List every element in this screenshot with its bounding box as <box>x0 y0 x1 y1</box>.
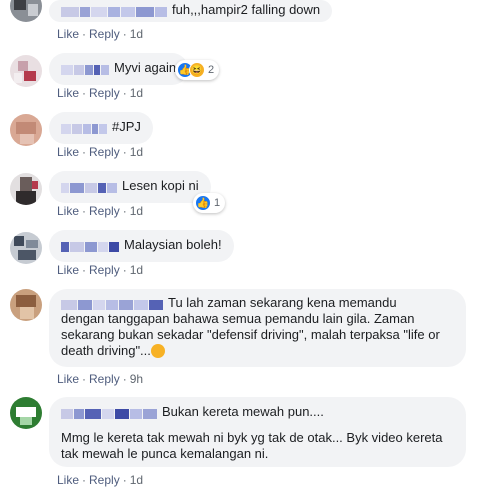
timestamp[interactable]: 9h <box>130 372 143 386</box>
reply-link[interactable]: Reply <box>89 473 120 487</box>
like-link[interactable]: Like <box>57 204 79 218</box>
reactions-summary[interactable]: 👍😆 2 <box>175 60 220 80</box>
comment-text-line: sekarang bukan sekadar "defensif driving… <box>61 327 440 342</box>
commenter-name[interactable] <box>61 121 108 135</box>
reply-link[interactable]: Reply <box>89 263 120 277</box>
comment-bubble: Bukan kereta mewah pun.... Mmg le kereta… <box>49 397 466 467</box>
comment-bubble: #JPJ <box>49 112 153 144</box>
avatar[interactable] <box>10 173 42 205</box>
comment-actions: Like · Reply · 1d <box>57 263 144 277</box>
timestamp[interactable]: 1d <box>130 145 143 159</box>
timestamp[interactable]: 1d <box>130 263 143 277</box>
commenter-name[interactable] <box>61 406 158 420</box>
comment-actions: Like · Reply · 1d <box>57 86 144 100</box>
comment-actions: Like · Reply · 1d <box>57 204 144 218</box>
timestamp[interactable]: 1d <box>130 27 143 41</box>
commenter-name[interactable] <box>61 62 110 76</box>
comment-text: Myvi again <box>114 60 177 75</box>
comment-bubble: Myvi again <box>49 53 189 85</box>
comment-bubble: Malaysian boleh! <box>49 230 234 262</box>
like-link[interactable]: Like <box>57 86 79 100</box>
commenter-name[interactable] <box>61 180 118 194</box>
comment-text-line: Tu lah zaman sekarang kena memandu <box>168 295 397 310</box>
like-link[interactable]: Like <box>57 263 79 277</box>
comment-bubble: Tu lah zaman sekarang kena memandu denga… <box>49 289 466 367</box>
reaction-count: 1 <box>214 197 221 209</box>
like-link[interactable]: Like <box>57 372 79 386</box>
like-link[interactable]: Like <box>57 145 79 159</box>
commenter-name[interactable] <box>61 4 168 18</box>
like-link[interactable]: Like <box>57 473 79 487</box>
commenter-name[interactable] <box>61 297 164 311</box>
comment-actions: Like · Reply · 1d <box>57 27 144 41</box>
reply-link[interactable]: Reply <box>89 86 120 100</box>
comment-text: Lesen kopi ni <box>122 178 199 193</box>
avatar[interactable] <box>10 397 42 429</box>
reply-link[interactable]: Reply <box>89 372 120 386</box>
comment-text-line: Bukan kereta mewah pun.... <box>162 404 324 419</box>
comment-text-line: death driving"... <box>61 343 151 358</box>
avatar[interactable] <box>10 0 42 22</box>
comment-text: fuh,,,hampir2 falling down <box>172 2 321 17</box>
like-link[interactable]: Like <box>57 27 79 41</box>
avatar[interactable] <box>10 114 42 146</box>
comment-actions: Like · Reply · 1d <box>57 145 144 159</box>
comment-bubble: fuh,,,hampir2 falling down <box>49 0 333 22</box>
avatar[interactable] <box>10 289 42 321</box>
comment-text: #JPJ <box>112 119 141 134</box>
timestamp[interactable]: 1d <box>130 204 143 218</box>
reply-link[interactable]: Reply <box>89 145 120 159</box>
reply-link[interactable]: Reply <box>89 27 120 41</box>
comment-actions: Like · Reply · 9h <box>57 372 144 386</box>
reactions-summary[interactable]: 👍 1 <box>193 193 226 213</box>
avatar[interactable] <box>10 55 42 87</box>
haha-icon: 😆 <box>189 62 205 78</box>
comment-text-line: Mmg le kereta tak mewah ni byk yg tak de… <box>61 430 443 445</box>
avatar[interactable] <box>10 232 42 264</box>
reply-link[interactable]: Reply <box>89 204 120 218</box>
timestamp[interactable]: 1d <box>130 86 143 100</box>
commenter-name[interactable] <box>61 239 120 253</box>
comment-text: Malaysian boleh! <box>124 237 222 252</box>
comment-actions: Like · Reply · 1d <box>57 473 144 487</box>
comment-bubble: Lesen kopi ni <box>49 171 211 203</box>
grinning-sweat-icon <box>150 343 165 358</box>
like-icon: 👍 <box>195 195 211 211</box>
comment-text-line: dengan tanggapan bahawa semua pemandu la… <box>61 311 415 326</box>
timestamp[interactable]: 1d <box>130 473 143 487</box>
reaction-count: 2 <box>208 64 215 76</box>
comment-text-line: tak mewah le punca kemalangan ni. <box>61 446 269 461</box>
